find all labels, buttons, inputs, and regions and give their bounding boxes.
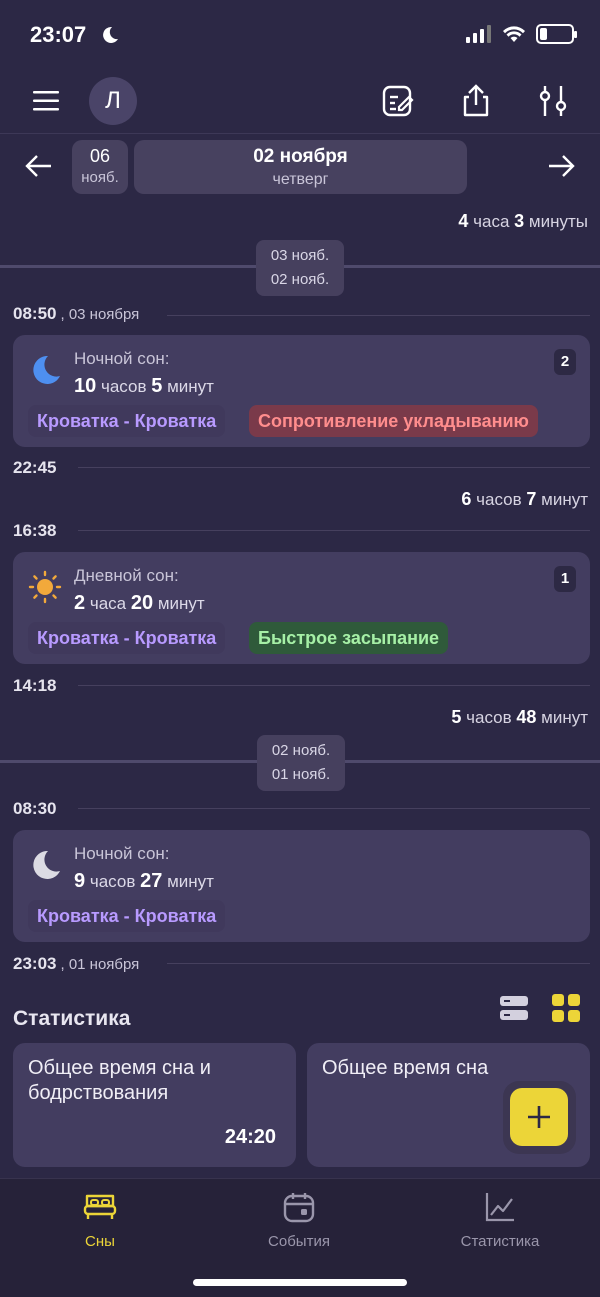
time-line (78, 467, 590, 468)
time-label: 08:50, 03 ноября (13, 304, 140, 323)
nav-label: События (268, 1233, 330, 1250)
stat-label: Общее время сна и бодрствования (28, 1057, 211, 1104)
current-date-label: 02 ноября (253, 146, 348, 167)
list-view-icon[interactable] (499, 993, 529, 1023)
add-button-inner (510, 1088, 568, 1146)
stats-title: Статистика (13, 1007, 131, 1030)
battery-icon (536, 24, 577, 44)
sleep-type: Ночной сон: (74, 844, 170, 863)
grid-view-icon[interactable] (551, 993, 581, 1023)
nav-label: Статистика (460, 1233, 540, 1250)
prev-month: нояб. (81, 169, 119, 186)
avatar[interactable]: Л (89, 77, 137, 125)
stat-value: 24:20 (224, 1126, 276, 1148)
wake-duration: 4 часа 3 минуты (458, 211, 588, 231)
place-chip: Кроватка - Кроватка (28, 900, 226, 932)
do-not-disturb-icon (103, 26, 118, 43)
stat-label: Общее время сна (322, 1057, 489, 1079)
share-icon[interactable] (459, 83, 493, 117)
time-label: 08:30 (13, 799, 57, 818)
nav-statistics[interactable]: Статистика (400, 1189, 600, 1250)
calendar-icon (283, 1193, 315, 1223)
moon-icon (33, 850, 60, 879)
time-line (167, 963, 590, 964)
day-divider-tag: 02 нояб. 01 нояб. (257, 735, 345, 791)
nav-label: Сны (85, 1233, 115, 1250)
battery-level (540, 28, 547, 40)
tag-chip: Быстрое засыпание (249, 622, 449, 654)
sleep-type: Дневной сон: (74, 566, 179, 585)
menu-icon[interactable] (33, 90, 61, 112)
moon-icon (33, 355, 60, 384)
sleep-card[interactable]: Ночной сон: 10 часов 5 минут 2 Кроватка … (13, 335, 590, 447)
settings-sliders-icon[interactable] (539, 84, 569, 118)
time-line (167, 315, 590, 316)
status-indicators (466, 24, 577, 44)
sleep-count-badge: 2 (554, 349, 576, 375)
time-line (78, 685, 590, 686)
tag-chip: Сопротивление укладыванию (249, 405, 538, 437)
wake-duration: 5 часов 48 минут (451, 707, 588, 727)
header-divider (0, 133, 600, 134)
sleep-duration: 2 часа 20 минут (74, 592, 205, 614)
arrow-right-icon[interactable] (547, 154, 575, 178)
add-button[interactable] (503, 1081, 576, 1154)
plus-icon (528, 1106, 550, 1128)
sleep-type: Ночной сон: (74, 349, 170, 368)
home-indicator (193, 1279, 407, 1286)
sun-icon (28, 570, 62, 604)
stat-card[interactable]: Общее время сна и бодрствования 24:20 (13, 1043, 296, 1167)
sleep-card[interactable]: Дневной сон: 2 часа 20 минут 1 Кроватка … (13, 552, 590, 664)
current-date[interactable]: 02 ноября четверг (134, 140, 467, 194)
time-label: 16:38 (13, 521, 57, 540)
prev-date-chip[interactable]: 06 нояб. (72, 140, 128, 194)
sleep-card[interactable]: Ночной сон: 9 часов 27 минут Кроватка - … (13, 830, 590, 942)
time-line (78, 808, 590, 809)
wake-duration: 6 часов 7 минут (461, 489, 588, 509)
edit-note-icon[interactable] (382, 85, 414, 117)
signal-icon (466, 25, 491, 43)
current-weekday: четверг (272, 171, 329, 188)
nav-sleep[interactable]: Сны (0, 1189, 200, 1250)
arrow-left-icon[interactable] (25, 154, 53, 178)
prev-day: 06 (89, 146, 111, 166)
sleep-duration: 10 часов 5 минут (74, 375, 214, 397)
time-label: 23:03, 01 ноября (13, 954, 140, 973)
time-label: 22:45 (13, 458, 57, 477)
sleep-duration: 9 часов 27 минут (74, 870, 214, 892)
place-chip: Кроватка - Кроватка (28, 405, 226, 437)
status-time: 23:07 (30, 22, 87, 47)
bed-icon (83, 1194, 117, 1219)
wifi-icon (503, 26, 525, 42)
nav-events[interactable]: События (199, 1189, 399, 1250)
chart-icon (485, 1193, 514, 1222)
time-label: 14:18 (13, 676, 57, 695)
day-divider-tag: 03 нояб. 02 нояб. (256, 240, 344, 296)
sleep-count-badge: 1 (554, 566, 576, 592)
time-line (78, 530, 590, 531)
place-chip: Кроватка - Кроватка (28, 622, 226, 654)
